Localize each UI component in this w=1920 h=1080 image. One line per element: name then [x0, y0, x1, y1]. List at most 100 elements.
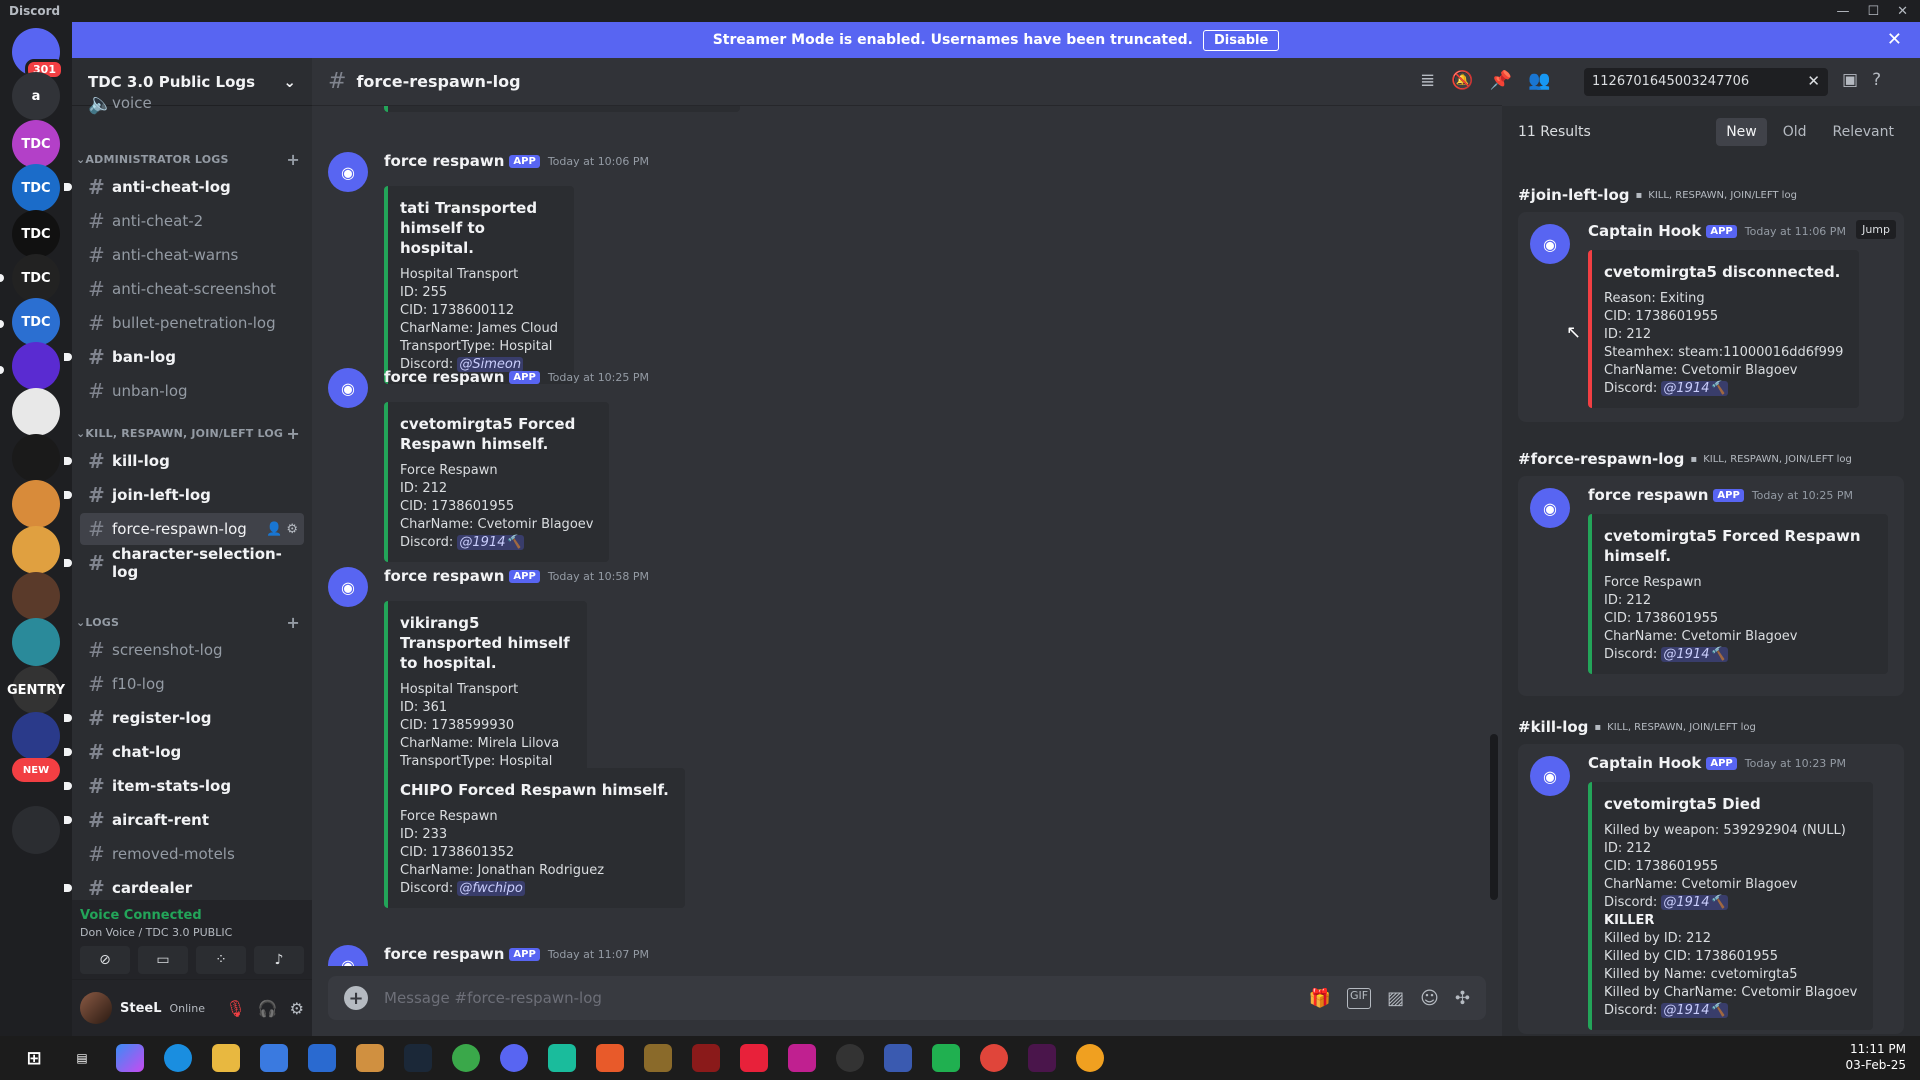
user-mention[interactable]: @1914🔨 [1661, 895, 1728, 910]
store-icon[interactable] [308, 1044, 336, 1072]
channel-item-item-stats-log[interactable]: # item-stats-log [80, 770, 304, 802]
result-channel-kill-log[interactable]: # kill-log ▪ KILL, RESPAWN, JOIN/LEFT log [1518, 718, 1756, 736]
member-list-icon[interactable]: 👥 [1528, 70, 1550, 91]
edge-icon[interactable] [164, 1044, 192, 1072]
deafen-icon[interactable]: 🎧 [258, 999, 278, 1018]
avatar[interactable]: ◉ [328, 567, 368, 607]
activities-icon[interactable]: ⁘ [196, 946, 246, 974]
category-logs[interactable]: ⌄ LOGS + [76, 611, 308, 633]
sort-new[interactable]: New [1716, 118, 1767, 146]
help-icon[interactable]: ? [1872, 70, 1881, 90]
server-icon[interactable]: TDC [12, 120, 60, 168]
channel-item-chat-log[interactable]: # chat-log [80, 736, 304, 768]
pycharm-icon[interactable] [932, 1044, 960, 1072]
sticker-icon[interactable]: ▨ [1387, 988, 1404, 1009]
gift-icon[interactable]: 🎁 [1309, 988, 1331, 1009]
app-icon[interactable] [788, 1044, 816, 1072]
channel-item-kill-log[interactable]: # kill-log [80, 445, 304, 477]
clear-search-icon[interactable]: ✕ [1807, 72, 1820, 90]
inbox-icon[interactable]: ▣ [1842, 70, 1858, 90]
add-channel-icon[interactable]: + [286, 613, 300, 632]
task-view-icon[interactable]: ▤ [68, 1044, 96, 1072]
category-admin[interactable]: ⌄ ADMINISTRATOR LOGS + [76, 148, 308, 170]
discord-icon[interactable] [500, 1044, 528, 1072]
gif-icon[interactable]: GIF [1347, 987, 1372, 1009]
channel-item-force-respawn-log[interactable]: # force-respawn-log 👤 ⚙ [80, 513, 304, 545]
search-result[interactable]: ◉ Captain Hook APP Today at 11:06 PM Jump cve… [1518, 212, 1904, 422]
user-mention[interactable]: @1914🔨 [1661, 647, 1728, 662]
screen-share-icon[interactable]: ▭ [138, 946, 188, 974]
channel-item-register-log[interactable]: # register-log [80, 702, 304, 734]
github-icon[interactable] [836, 1044, 864, 1072]
channel-item-unban-log[interactable]: # unban-log [80, 375, 304, 407]
server-icon[interactable]: TDC [12, 210, 60, 258]
search-result[interactable]: ◉ force respawn APP Today at 10:25 PM cvetom… [1518, 476, 1904, 696]
copilot-icon[interactable] [116, 1044, 144, 1072]
channel-item-screenshot-log[interactable]: # screenshot-log [80, 634, 304, 666]
gear-icon[interactable]: ⚙ [286, 522, 298, 537]
sort-relevant[interactable]: Relevant [1823, 118, 1904, 146]
add-channel-icon[interactable]: + [286, 150, 300, 169]
gear-icon[interactable]: ⚙ [290, 999, 304, 1018]
user-mention[interactable]: @1914🔨 [457, 535, 524, 550]
close-window-icon[interactable]: ✕ [1897, 4, 1908, 19]
sort-old[interactable]: Old [1773, 118, 1817, 146]
server-icon[interactable]: GENTRY [7, 666, 65, 714]
server-icon[interactable] [12, 806, 60, 854]
author-name[interactable]: force respawn [384, 567, 504, 585]
channel-item-aircaft-rent[interactable]: # aircaft-rent [80, 804, 304, 836]
server-icon[interactable] [12, 618, 60, 666]
user-mention[interactable]: @1914🔨 [1661, 1003, 1728, 1018]
app-icon[interactable] [548, 1044, 576, 1072]
chrome-icon[interactable] [452, 1044, 480, 1072]
server-icon[interactable] [12, 342, 60, 390]
chat-scrollbar[interactable] [1490, 734, 1498, 900]
server-icon[interactable] [12, 712, 60, 760]
user-mention[interactable]: @1914🔨 [1661, 381, 1728, 396]
video-off-icon[interactable]: ⊘ [80, 946, 130, 974]
app-icon[interactable] [644, 1044, 672, 1072]
threads-icon[interactable]: ≣ [1420, 70, 1435, 91]
app-icon[interactable] [740, 1044, 768, 1072]
voice-server[interactable]: Don Voice / TDC 3.0 PUBLIC [80, 926, 232, 939]
channel-item-removed-motels[interactable]: # removed-motels [80, 838, 304, 870]
invite-icon[interactable]: 👤 [266, 522, 286, 537]
author-name[interactable]: force respawn [384, 368, 504, 386]
server-icon[interactable]: TDC [12, 254, 60, 302]
channel-item-anti-cheat-log[interactable]: # anti-cheat-log [80, 171, 304, 203]
category-kill[interactable]: ⌄ KILL, RESPAWN, JOIN/LEFT LOG + [76, 422, 308, 444]
result-channel-force-respawn-log[interactable]: # force-respawn-log ▪ KILL, RESPAWN, JOIN/… [1518, 450, 1852, 468]
slack-icon[interactable] [1028, 1044, 1056, 1072]
emoji-icon[interactable]: ☺ [1420, 988, 1439, 1009]
channel-item-anti-cheat-screenshot[interactable]: # anti-cheat-screenshot [80, 273, 304, 305]
apps-icon[interactable]: ✣ [1455, 988, 1470, 1009]
message-composer[interactable]: + Message #force-respawn-log 🎁 GIF ▨ ☺ ✣ [328, 976, 1486, 1020]
notification-bell-icon[interactable]: 🔕 [1451, 70, 1473, 91]
channel-item-f10-log[interactable]: # f10-log [80, 668, 304, 700]
server-icon[interactable]: TDC [12, 298, 60, 346]
close-banner-icon[interactable]: ✕ [1887, 29, 1902, 50]
server-icon[interactable]: NEW [12, 758, 60, 782]
app-icon[interactable] [260, 1044, 288, 1072]
channel-item-anti-cheat-2[interactable]: # anti-cheat-2 [80, 205, 304, 237]
disable-streamer-button[interactable]: Disable [1202, 29, 1280, 51]
server-icon[interactable] [12, 526, 60, 574]
add-channel-icon[interactable]: + [286, 424, 300, 443]
channel-item-voice[interactable]: 🔈 voice [80, 90, 304, 116]
search-input[interactable]: 1126701645003247706 ✕ [1584, 68, 1828, 96]
minimize-icon[interactable]: — [1836, 4, 1849, 19]
avatar[interactable]: ◉ [328, 152, 368, 192]
channel-item-join-left-log[interactable]: # join-left-log [80, 479, 304, 511]
search-result[interactable]: ◉ Captain Hook APP Today at 10:23 PM cvetomi… [1518, 744, 1904, 1034]
mic-muted-icon[interactable]: 🎙 [225, 999, 245, 1018]
avatar[interactable] [80, 992, 112, 1024]
app-icon[interactable] [356, 1044, 384, 1072]
server-icon[interactable] [12, 388, 60, 436]
pin-icon[interactable]: 📌 [1490, 70, 1512, 91]
channel-item-ban-log[interactable]: # ban-log [80, 341, 304, 373]
soundboard-icon[interactable]: ♪ [254, 946, 304, 974]
server-icon[interactable] [12, 572, 60, 620]
result-channel-join-left-log[interactable]: # join-left-log ▪ KILL, RESPAWN, JOIN/LEFT… [1518, 186, 1797, 204]
steam-icon[interactable] [404, 1044, 432, 1072]
chrome-icon[interactable] [980, 1044, 1008, 1072]
